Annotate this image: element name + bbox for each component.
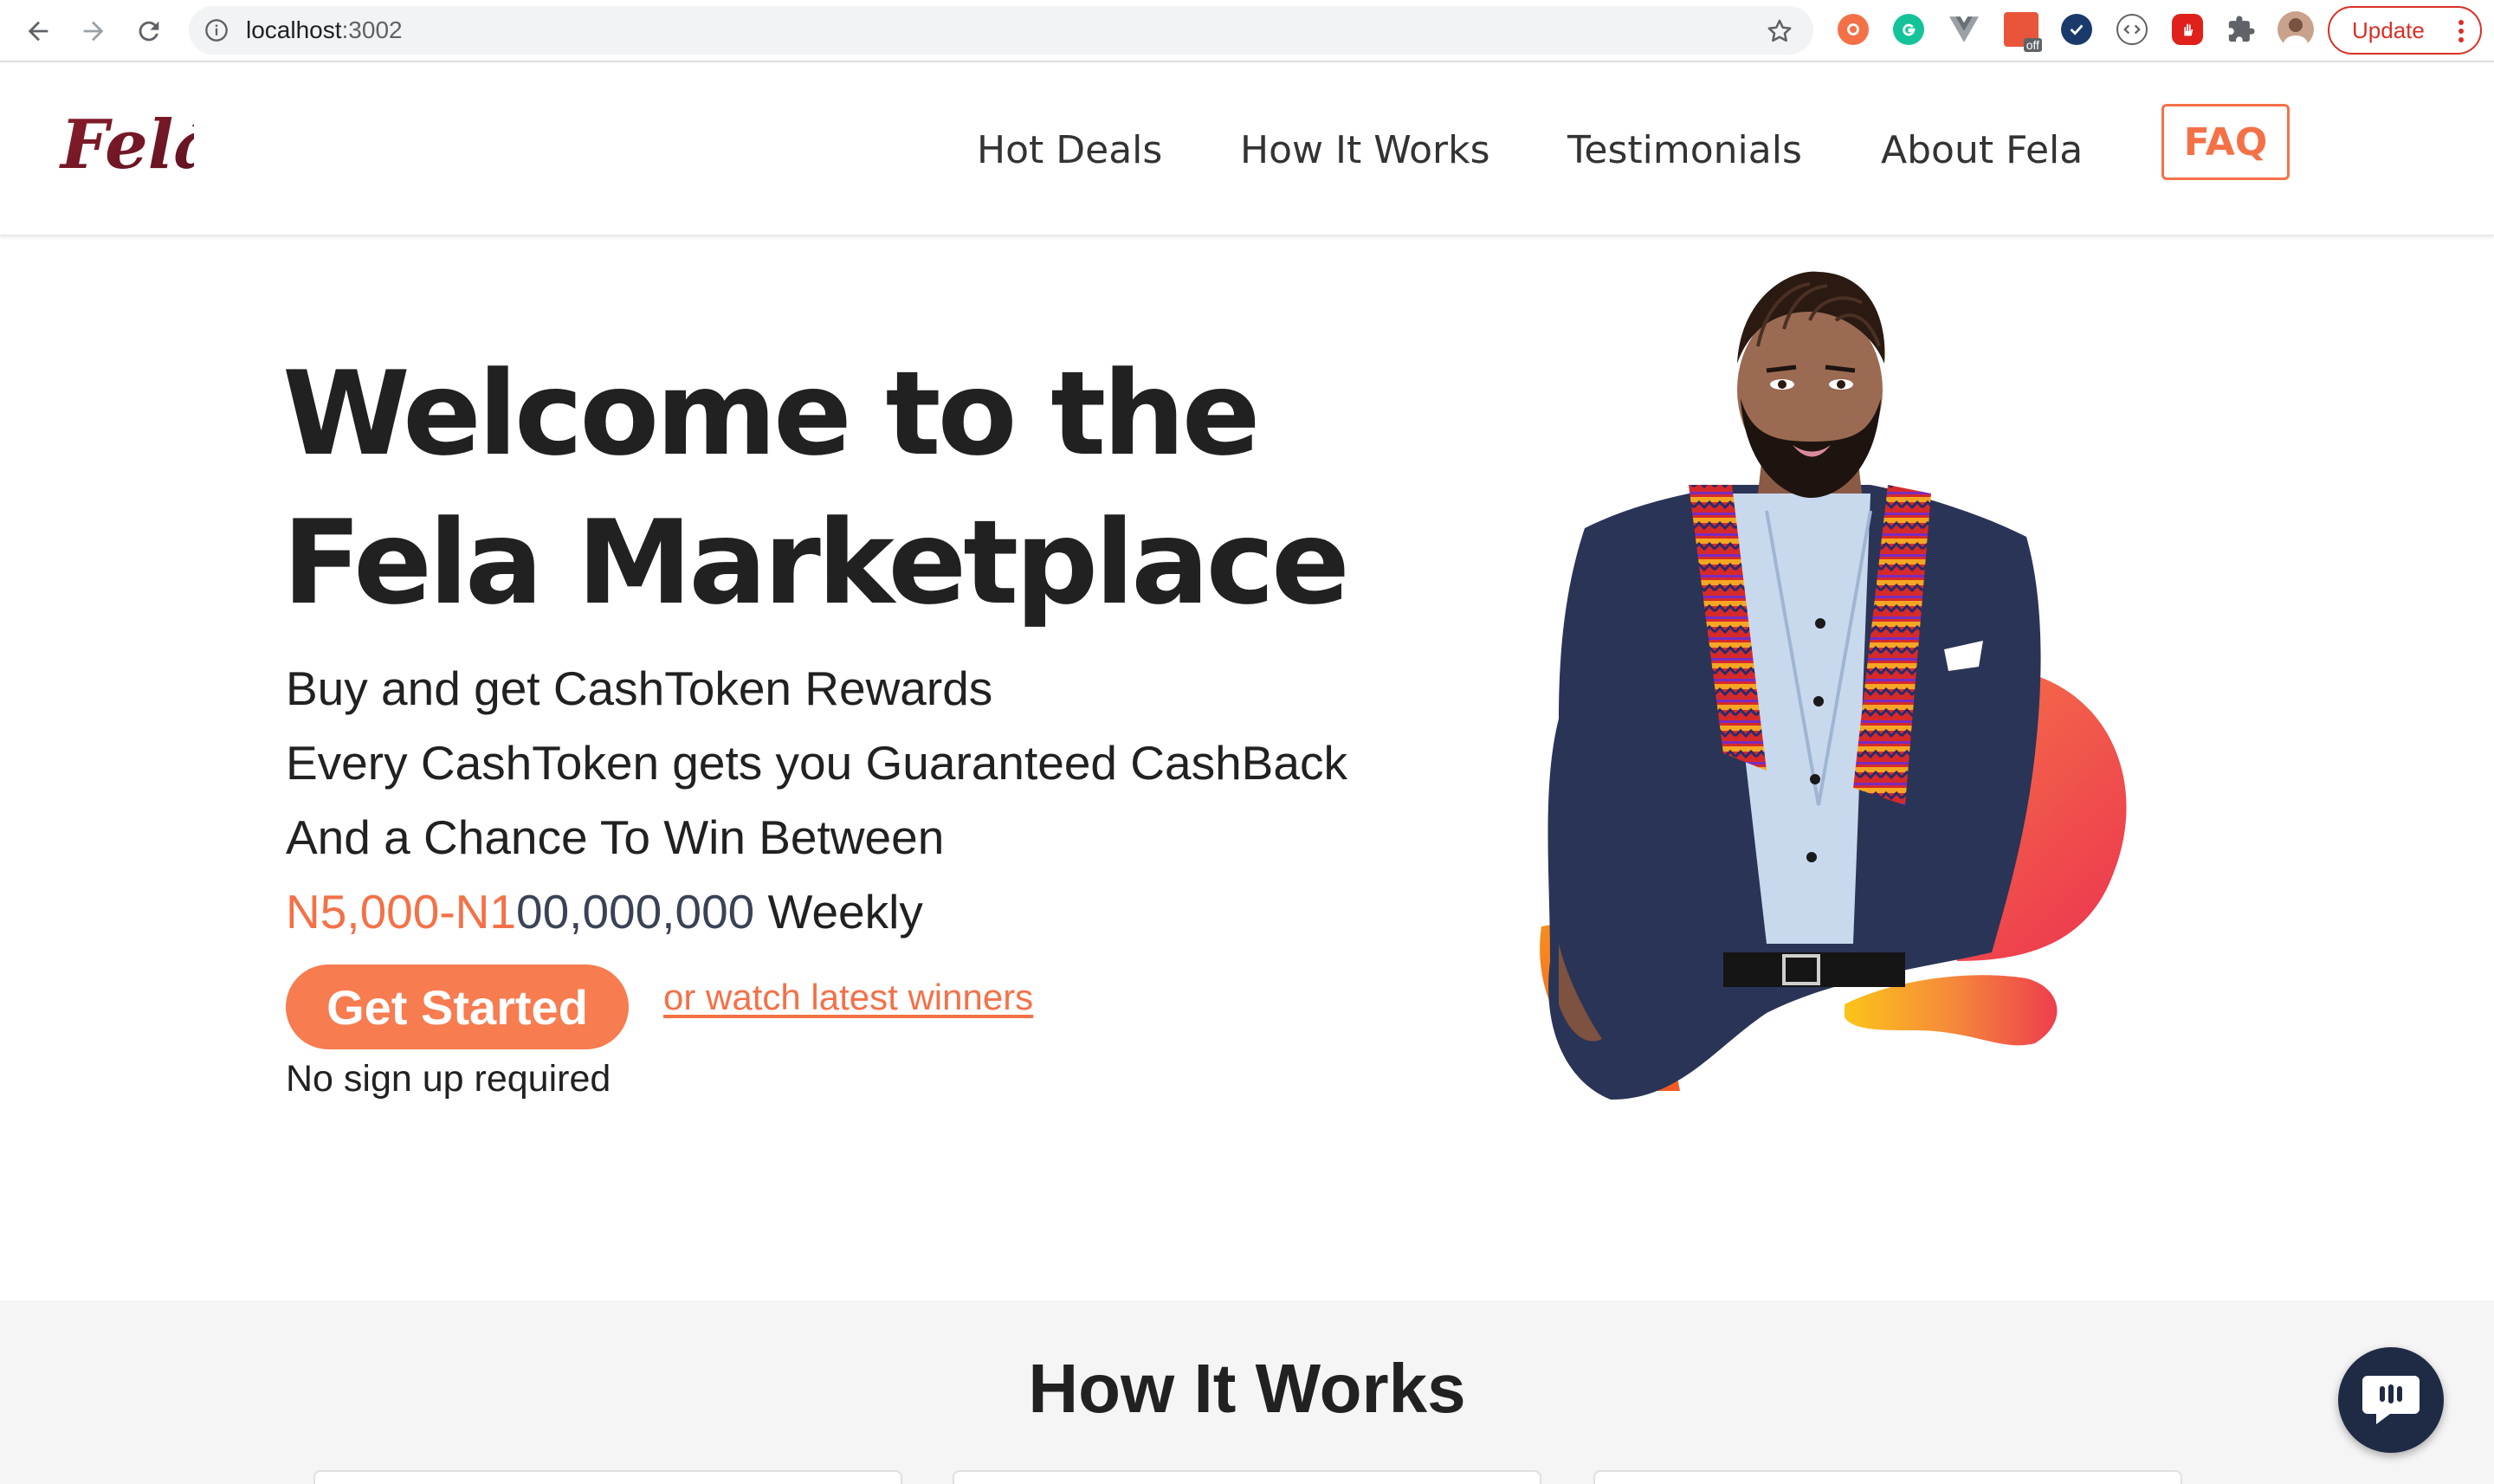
how-it-works-card-1 (313, 1470, 902, 1484)
back-arrow-icon[interactable] (17, 10, 59, 52)
how-it-works-card-3 (1593, 1470, 2182, 1484)
reload-icon[interactable] (128, 10, 170, 52)
nav-hot-deals[interactable]: Hot Deals (977, 128, 1162, 172)
hero-title-line-2: Fela Marketplace (282, 495, 1350, 630)
more-vert-icon (2458, 20, 2464, 42)
svg-text:Felá: Felá (59, 106, 194, 184)
site-header: Felá Hot Deals How It Works Testimonials… (0, 64, 2494, 236)
adblock-icon[interactable] (2172, 14, 2203, 45)
hero-line-cashback: Every CashToken gets you Guaranteed Cash… (286, 736, 1347, 790)
extension-off-icon[interactable]: off (2004, 12, 2042, 52)
profile-avatar[interactable] (2278, 11, 2314, 48)
hero-description: Buy and get CashToken Rewards Every Cash… (286, 651, 1347, 949)
fela-logo[interactable]: Felá (55, 95, 217, 196)
nav-testimonials[interactable]: Testimonials (1567, 128, 1802, 172)
forward-arrow-icon[interactable] (73, 10, 114, 52)
vue-devtools-icon[interactable] (1948, 14, 1980, 45)
chat-widget-button[interactable] (2338, 1347, 2444, 1453)
hero-line-prize: N5,000-N100,000,000 Weekly (286, 874, 1347, 949)
update-button[interactable]: Update (2328, 6, 2482, 55)
star-icon[interactable] (1765, 16, 1794, 46)
nav-about-fela[interactable]: About Fela (1881, 128, 2083, 172)
nav-how-it-works[interactable]: How It Works (1240, 128, 1490, 172)
checkmark-extension-icon[interactable] (2061, 14, 2092, 45)
hero-illustration (1540, 271, 2127, 1100)
prize-amount-dark: 00,000,000 (515, 885, 755, 939)
address-bar[interactable]: localhost:3002 (189, 6, 1813, 55)
extension-orange-icon[interactable] (1838, 14, 1869, 45)
faq-button[interactable]: FAQ (2161, 104, 2290, 180)
chat-icon (2362, 1376, 2420, 1424)
prize-suffix: Weekly (754, 885, 923, 939)
how-it-works-card-2 (953, 1470, 1541, 1484)
update-label: Update (2352, 16, 2425, 43)
info-icon[interactable] (204, 18, 229, 42)
prize-amount-orange: N5,000-N1 (286, 885, 516, 939)
watch-winners-link[interactable]: or watch latest winners (663, 977, 1033, 1018)
browser-toolbar: localhost:3002 off Update (0, 0, 2494, 62)
url-text: localhost:3002 (246, 16, 403, 43)
hero-title: Welcome to the Fela Marketplace (282, 339, 1350, 637)
hero-line-chance: And a Chance To Win Between (286, 810, 945, 864)
code-extension-icon[interactable] (2116, 14, 2148, 45)
get-started-button[interactable]: Get Started (286, 965, 629, 1049)
no-signup-note: No sign up required (286, 1058, 611, 1100)
how-it-works-title: How It Works (1028, 1350, 1466, 1427)
hero-line-rewards: Buy and get CashToken Rewards (286, 661, 993, 715)
hero-title-line-1: Welcome to the (282, 346, 1261, 481)
grammarly-icon[interactable] (1893, 14, 1924, 45)
puzzle-icon[interactable] (2226, 14, 2257, 45)
how-it-works-section: How It Works (0, 1300, 2494, 1484)
